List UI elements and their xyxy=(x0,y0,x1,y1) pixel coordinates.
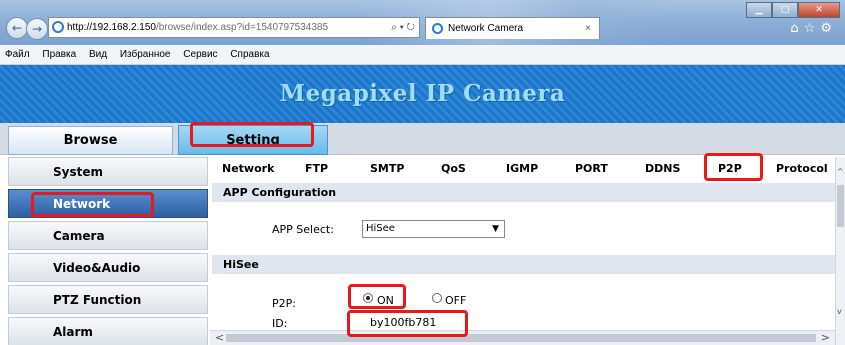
subtab-igmp[interactable]: IGMP xyxy=(506,162,538,175)
app-configuration-header: APP Configuration xyxy=(212,183,835,202)
chevron-down-icon: ▼ xyxy=(492,224,499,234)
minimize-button[interactable]: ▁ xyxy=(746,2,772,18)
scroll-up-icon[interactable]: ^ xyxy=(837,167,844,176)
close-window-button[interactable]: ✕ xyxy=(798,2,840,18)
menu-help[interactable]: Справка xyxy=(225,45,274,64)
toolbar-icons: ⌂☆⚙ xyxy=(790,21,837,36)
p2p-off-radio[interactable] xyxy=(432,293,442,303)
settings-content: Network FTP SMTP QoS IGMP PORT DDNS P2P … xyxy=(210,157,835,345)
horizontal-scrollbar[interactable]: < > xyxy=(210,330,835,345)
subtab-p2p[interactable]: P2P xyxy=(718,162,742,175)
tab-close-icon[interactable]: × xyxy=(585,18,591,39)
vertical-scrollbar[interactable]: ^ v xyxy=(835,157,845,345)
hisee-header: HiSee xyxy=(212,255,835,274)
network-subtabs: Network FTP SMTP QoS IGMP PORT DDNS P2P … xyxy=(210,157,835,183)
menu-view[interactable]: Вид xyxy=(84,45,112,64)
favorites-star-icon[interactable]: ☆ xyxy=(804,21,821,36)
home-icon[interactable]: ⌂ xyxy=(790,21,803,36)
subtab-ddns[interactable]: DDNS xyxy=(645,162,680,175)
app-select-dropdown[interactable]: HiSee ▼ xyxy=(362,220,505,238)
subtab-qos[interactable]: QoS xyxy=(441,162,466,175)
p2p-off-label: OFF xyxy=(445,294,467,307)
vertical-scroll-thumb[interactable] xyxy=(837,185,844,227)
scroll-left-icon[interactable]: < xyxy=(215,331,224,345)
menu-file[interactable]: Файл xyxy=(0,45,35,64)
forward-button[interactable]: → xyxy=(26,18,48,40)
browse-tab[interactable]: Browse xyxy=(8,126,173,155)
sidebar-item-system[interactable]: System xyxy=(8,157,208,186)
address-url: http://192.168.2.150/browse/index.asp?id… xyxy=(67,22,329,33)
back-arrow-icon: ← xyxy=(11,21,23,35)
setting-tab[interactable]: Setting xyxy=(178,125,328,155)
sidebar-item-camera[interactable]: Camera xyxy=(8,221,208,250)
sidebar-item-ptz-function[interactable]: PTZ Function xyxy=(8,285,208,314)
forward-arrow-icon: → xyxy=(31,22,43,36)
scroll-down-icon[interactable]: v xyxy=(837,307,842,316)
browser-titlebar: ← → http://192.168.2.150/browse/index.as… xyxy=(0,0,845,45)
browser-tab[interactable]: Network Camera × xyxy=(425,17,600,39)
subtab-ftp[interactable]: FTP xyxy=(305,162,328,175)
subtab-network[interactable]: Network xyxy=(222,162,274,175)
window-controls: ▁ □ ✕ xyxy=(746,2,840,18)
address-bar[interactable]: http://192.168.2.150/browse/index.asp?id… xyxy=(48,17,420,38)
tab-title: Network Camera xyxy=(448,23,524,34)
horizontal-scroll-thumb[interactable] xyxy=(226,334,816,342)
page-banner: Megapixel IP Camera xyxy=(0,65,845,123)
subtab-port[interactable]: PORT xyxy=(575,162,608,175)
address-controls[interactable]: ⌕ ▾ ↻ xyxy=(391,18,415,37)
back-button[interactable]: ← xyxy=(6,17,28,39)
browser-menubar: Файл Правка Вид Избранное Сервис Справка xyxy=(0,45,845,65)
p2p-id-value: by100fb781 xyxy=(370,316,437,329)
top-navigation: Browse Setting xyxy=(0,123,845,155)
banner-title: Megapixel IP Camera xyxy=(279,80,566,107)
p2p-label: P2P: xyxy=(272,297,296,310)
sidebar-item-alarm[interactable]: Alarm xyxy=(8,317,208,345)
app-select-label: APP Select: xyxy=(272,223,334,236)
menu-tools[interactable]: Сервис xyxy=(178,45,222,64)
scroll-right-icon[interactable]: > xyxy=(821,331,830,345)
p2p-on-label: ON xyxy=(377,294,394,307)
ie-page-icon xyxy=(52,21,64,33)
subtab-protocol[interactable]: Protocol xyxy=(776,162,828,175)
ie-tab-icon xyxy=(432,23,443,34)
subtab-smtp[interactable]: SMTP xyxy=(370,162,404,175)
menu-favorites[interactable]: Избранное xyxy=(115,45,176,64)
settings-sidebar: System Network Camera Video&Audio PTZ Fu… xyxy=(8,157,208,345)
sidebar-item-video-audio[interactable]: Video&Audio xyxy=(8,253,208,282)
menu-edit[interactable]: Правка xyxy=(37,45,81,64)
sidebar-item-network[interactable]: Network xyxy=(8,189,208,218)
id-label: ID: xyxy=(272,317,288,330)
settings-gear-icon[interactable]: ⚙ xyxy=(820,21,837,36)
p2p-on-radio[interactable] xyxy=(363,293,373,303)
maximize-button[interactable]: □ xyxy=(772,2,798,18)
app-select-value: HiSee xyxy=(366,223,395,234)
